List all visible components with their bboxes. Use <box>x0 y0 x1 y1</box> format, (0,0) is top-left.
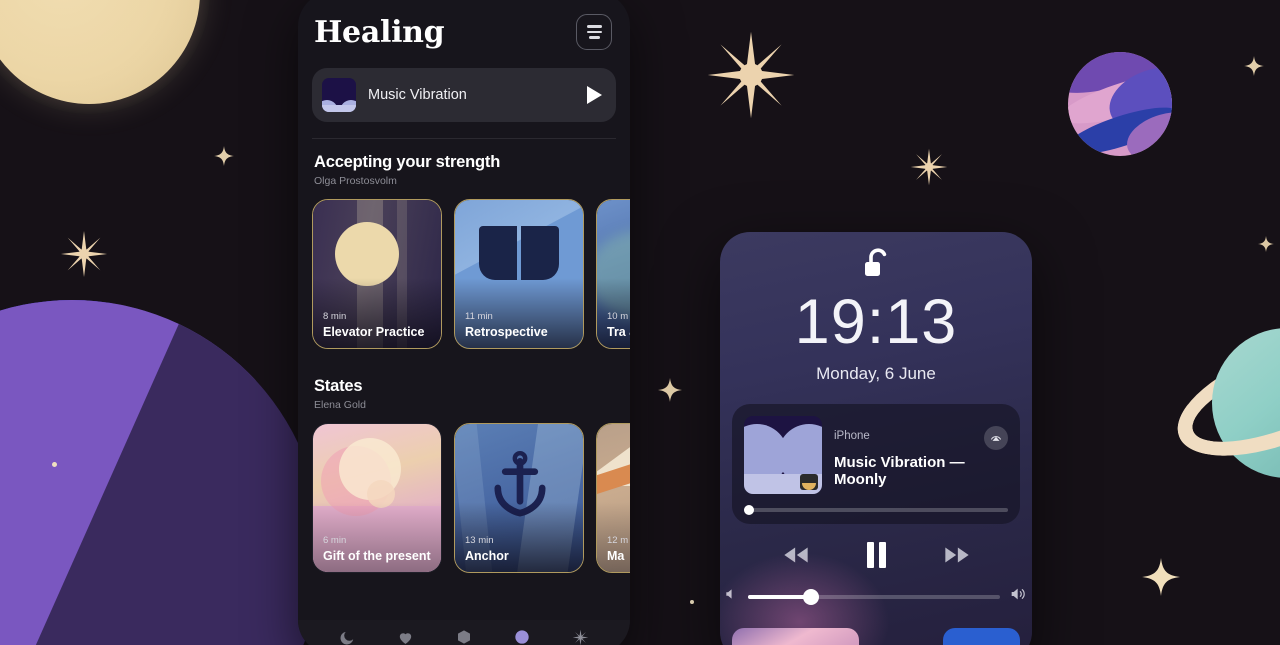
app-badge-icon <box>800 474 818 490</box>
card-duration: 10 m <box>607 310 629 322</box>
lock-screen-time: 19:13 <box>794 287 958 357</box>
volume-high-icon <box>1010 586 1028 607</box>
nav-heart-icon[interactable] <box>397 628 415 645</box>
healing-app-phone: Healing Music Vibration Accepting your s… <box>298 0 630 645</box>
section-title: States <box>314 377 363 395</box>
star-dot-icon <box>52 462 57 467</box>
star-dot-icon <box>690 600 694 604</box>
nav-circle-icon[interactable] <box>513 628 531 645</box>
now-playing-title: Music Vibration <box>368 87 467 103</box>
progress-knob[interactable] <box>744 505 754 515</box>
card-duration: 8 min <box>323 310 347 322</box>
card-title: Retrospective <box>465 324 548 339</box>
section-header: States Elena Gold <box>298 377 630 411</box>
card-title: Gift of the present <box>323 548 431 563</box>
card-duration: 12 m <box>607 534 629 546</box>
peek-card-gap <box>873 628 929 645</box>
list-item[interactable]: 6 min Gift of the present <box>312 423 442 573</box>
section-title: Accepting your strength <box>314 153 501 171</box>
section-accepting-your-strength: Accepting your strength Olga Prostosvolm… <box>298 139 630 349</box>
peek-card[interactable] <box>732 628 860 645</box>
list-item[interactable]: 8 min Elevator Practice <box>312 199 442 349</box>
starburst-icon <box>910 148 948 186</box>
peek-card[interactable] <box>942 628 1020 645</box>
unlocked-padlock-icon <box>860 248 892 287</box>
card-duration: 6 min <box>323 534 347 546</box>
section-author: Olga Prostosvolm <box>314 175 397 187</box>
cream-moon-icon <box>0 0 210 114</box>
bottom-navigation[interactable] <box>298 620 630 645</box>
card-duration: 11 min <box>465 310 493 322</box>
lock-screen-date: Monday, 6 June <box>816 364 936 383</box>
space-scene: Healing Music Vibration Accepting your s… <box>0 0 1280 645</box>
card-title: Elevator Practice <box>323 324 425 339</box>
sparkle-star-icon <box>1244 56 1264 76</box>
list-item[interactable]: 13 min Anchor <box>454 423 584 573</box>
section-header: Accepting your strength Olga Prostosvolm <box>298 153 630 187</box>
lock-screen-widget: 19:13 Monday, 6 June iPhone Music Vibrat… <box>720 232 1032 645</box>
album-artwork <box>744 416 822 494</box>
section-states: States Elena Gold 6 min Gift of the pres… <box>298 349 630 573</box>
volume-knob[interactable] <box>803 588 820 605</box>
sparkle-star-icon <box>214 146 234 166</box>
starburst-icon <box>60 230 108 278</box>
list-item[interactable]: 11 min Retrospective <box>454 199 584 349</box>
hamburger-menu-icon[interactable] <box>576 14 612 50</box>
track-title: Music Vibration — Moonly <box>834 454 965 488</box>
card-row[interactable]: 8 min Elevator Practice 11 min Retrospec… <box>298 187 630 349</box>
fast-forward-icon[interactable] <box>940 545 974 565</box>
starburst-icon <box>706 30 796 120</box>
card-row[interactable]: 6 min Gift of the present 13 min Anchor … <box>298 411 630 573</box>
airplay-icon[interactable] <box>984 426 1008 450</box>
list-item[interactable]: 12 m Ma <box>596 423 630 573</box>
section-author: Elena Gold <box>314 399 366 411</box>
card-title: Tra anc the <box>607 324 630 339</box>
now-playing-thumbnail <box>322 78 356 112</box>
volume-slider[interactable] <box>748 588 1000 605</box>
teal-ringed-planet-icon <box>1162 316 1280 488</box>
now-playing-card: iPhone Music Vibration — Moonly <box>732 404 1020 524</box>
page-title: Healing <box>314 14 445 50</box>
list-item[interactable]: 10 m Tra anc the <box>596 199 630 349</box>
nav-hexagon-icon[interactable] <box>455 628 473 645</box>
nav-sparkle-star-icon[interactable] <box>572 628 590 645</box>
peeking-cards-row <box>720 624 1032 645</box>
playback-progress-slider[interactable] <box>744 505 1008 515</box>
card-title: Ma <box>607 548 625 563</box>
card-title: Anchor <box>465 548 509 563</box>
pink-banded-planet-icon <box>1068 52 1172 156</box>
playback-device-label: iPhone <box>834 430 870 442</box>
sparkle-star-icon <box>1258 236 1274 252</box>
sparkle-star-icon <box>1142 558 1180 596</box>
nav-moon-icon[interactable] <box>338 628 356 645</box>
now-playing-bar[interactable]: Music Vibration <box>312 68 616 122</box>
large-purple-planet-icon <box>0 300 322 645</box>
sparkle-star-icon <box>658 378 682 402</box>
background-space-layer <box>0 0 1280 645</box>
card-duration: 13 min <box>465 534 494 546</box>
app-header: Healing <box>298 0 630 50</box>
play-icon[interactable] <box>587 86 602 104</box>
